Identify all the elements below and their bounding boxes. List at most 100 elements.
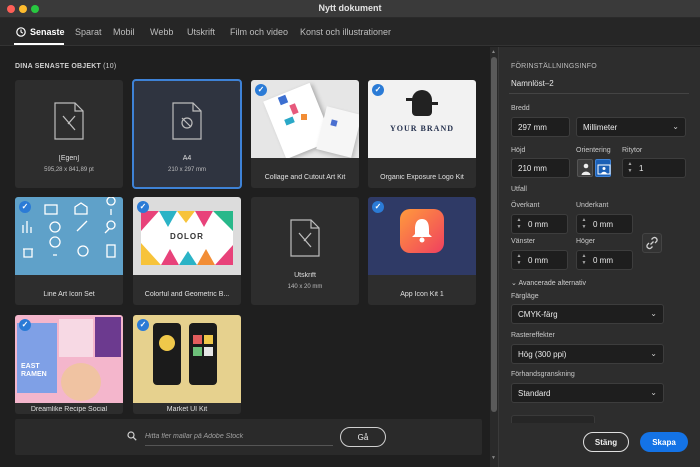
orientation-label: Orientering <box>576 147 611 154</box>
scroll-thumb[interactable] <box>491 57 497 412</box>
recent-items-panel: DINA SENASTE OBJEKT (10) [Egen] 595,28 x… <box>0 47 490 467</box>
check-icon: ✓ <box>372 84 384 96</box>
card-label: Dreamlike Recipe Social <box>30 406 108 413</box>
chevron-down-icon: ⌄ <box>650 309 657 318</box>
template-card-app-icon-kit[interactable]: ✓ App Icon Kit 1 <box>368 197 476 305</box>
link-icon <box>646 236 658 250</box>
bleed-left-field[interactable]: ▲ ▼ 0 mm <box>511 250 568 270</box>
tab-sparat[interactable]: Sparat <box>75 27 102 37</box>
tab-film-och-video[interactable]: Film och video <box>230 27 288 37</box>
template-card-collage[interactable]: ✓ Collage and Cutout Art Kit <box>251 80 359 188</box>
scroll-down-icon[interactable]: ▼ <box>491 455 496 461</box>
artboards-label: Ritytor <box>622 147 643 154</box>
item-count: (10) <box>103 63 117 70</box>
advanced-options-label: Avancerade alternativ <box>518 280 587 287</box>
color-mode-select[interactable]: CMYK-färg ⌄ <box>511 304 664 324</box>
clock-icon <box>16 27 26 37</box>
chevron-down-icon: ⌄ <box>650 388 657 397</box>
bleed-label: Utfall <box>511 186 527 193</box>
close-button[interactable]: Stäng <box>583 432 629 452</box>
stepper-icon[interactable]: ▲ ▼ <box>579 253 589 267</box>
tab-konst-och-illustrationer[interactable]: Konst och illustrationer <box>300 27 391 37</box>
create-button[interactable]: Skapa <box>640 432 688 452</box>
template-card-colorful-geometric[interactable]: DOLOR ✓ Colorful and Geometric B... <box>133 197 241 305</box>
bell-icon <box>412 219 432 243</box>
divider <box>509 93 689 94</box>
artboards-value: 1 <box>639 164 644 173</box>
advanced-options-toggle[interactable]: ⌄ Avancerade alternativ <box>511 279 586 287</box>
unit-select[interactable]: Millimeter ⌄ <box>576 117 686 137</box>
stepper-icon[interactable]: ▲ ▼ <box>625 161 635 175</box>
thumbnail-title-text: DOLOR <box>170 232 204 241</box>
stepper-icon[interactable]: ▲ ▼ <box>514 217 524 231</box>
active-tab-indicator <box>14 43 64 45</box>
card-label: Organic Exposure Logo Kit <box>380 174 464 181</box>
preset-card-egen[interactable]: [Egen] 595,28 x 841,89 pt <box>15 80 123 188</box>
bleed-top-field[interactable]: ▲ ▼ 0 mm <box>511 214 568 234</box>
landscape-icon <box>597 164 611 175</box>
width-field[interactable]: 297 mm <box>511 117 570 137</box>
template-thumbnail: YOUR BRAND <box>368 80 476 158</box>
preview-mode-label: Förhandsgranskning <box>511 371 575 378</box>
raster-effects-value: Hög (300 ppi) <box>518 350 567 359</box>
tab-mobil[interactable]: Mobil <box>113 27 135 37</box>
bleed-right-label: Höger <box>576 238 596 245</box>
template-card-market-ui[interactable]: ✓ Market UI Kit <box>133 315 241 414</box>
bleed-right-value: 0 mm <box>593 256 613 265</box>
bleed-bottom-field[interactable]: ▲ ▼ 0 mm <box>576 214 633 234</box>
search-icon <box>127 431 137 441</box>
preset-card-a4[interactable]: A4 210 x 297 mm <box>132 79 242 189</box>
height-field[interactable]: 210 mm <box>511 158 570 178</box>
unit-select-value: Millimeter <box>583 123 618 132</box>
stock-search-input[interactable] <box>145 428 333 446</box>
template-card-organic-logo[interactable]: YOUR BRAND ✓ Organic Exposure Logo Kit <box>368 80 476 188</box>
title-bar: Nytt dokument <box>0 0 700 18</box>
landscape-orientation-button[interactable] <box>595 159 611 177</box>
template-thumbnail <box>15 197 123 275</box>
color-mode-label: Färgläge <box>511 293 539 300</box>
preview-mode-select[interactable]: Standard ⌄ <box>511 383 664 403</box>
bleed-bottom-value: 0 mm <box>593 220 613 229</box>
color-mode-value: CMYK-färg <box>518 310 558 319</box>
document-name-field[interactable]: Namnlöst–2 <box>511 79 554 88</box>
card-label: A4 <box>182 155 192 162</box>
template-card-line-art[interactable]: ✓ Line Art Icon Set <box>15 197 123 305</box>
template-thumbnail <box>133 315 241 403</box>
stock-search-bar: Gå <box>15 419 482 455</box>
card-label: [Egen] <box>58 155 80 162</box>
go-button[interactable]: Gå <box>340 427 386 447</box>
window-title: Nytt dokument <box>318 3 382 13</box>
bleed-right-field[interactable]: ▲ ▼ 0 mm <box>576 250 633 270</box>
template-card-dreamlike-recipe[interactable]: EAST RAMEN ✓ Dreamlike Recipe Social <box>15 315 123 414</box>
tab-utskrift[interactable]: Utskrift <box>187 27 215 37</box>
thumbnail-title-text: EAST RAMEN <box>21 363 47 378</box>
width-label: Bredd <box>511 105 530 112</box>
artboards-field[interactable]: ▲ ▼ 1 <box>622 158 686 178</box>
panel-heading: FÖRINSTÄLLNINGSINFO <box>511 63 597 70</box>
check-icon: ✓ <box>137 319 149 331</box>
cut-off-field <box>511 415 595 423</box>
scrollbar[interactable]: ▲ ▼ <box>490 47 498 467</box>
tab-webb[interactable]: Webb <box>150 27 173 37</box>
document-icon <box>172 102 202 140</box>
portrait-icon <box>581 163 591 175</box>
preset-card-utskrift[interactable]: Utskrift 140 x 20 mm <box>251 197 359 305</box>
stepper-icon[interactable]: ▲ ▼ <box>579 217 589 231</box>
link-bleed-button[interactable] <box>642 233 662 253</box>
thumbnail-brand-text: YOUR BRAND <box>390 124 454 133</box>
check-icon: ✓ <box>137 201 149 213</box>
scroll-up-icon[interactable]: ▲ <box>491 49 496 55</box>
raster-effects-select[interactable]: Hög (300 ppi) ⌄ <box>511 344 664 364</box>
stepper-icon[interactable]: ▲ ▼ <box>514 253 524 267</box>
check-icon: ✓ <box>19 201 31 213</box>
check-icon: ✓ <box>372 201 384 213</box>
card-size: 140 x 20 mm <box>287 284 323 290</box>
category-tabs: Senaste Sparat Mobil Webb Utskrift Film … <box>0 18 700 46</box>
bleed-left-value: 0 mm <box>528 256 548 265</box>
tab-senaste[interactable]: Senaste <box>30 27 65 37</box>
card-label: Collage and Cutout Art Kit <box>264 174 346 181</box>
preview-mode-value: Standard <box>518 389 551 398</box>
card-size: 595,28 x 841,89 pt <box>44 167 94 173</box>
portrait-orientation-button[interactable] <box>577 159 593 177</box>
height-label: Höjd <box>511 147 526 154</box>
